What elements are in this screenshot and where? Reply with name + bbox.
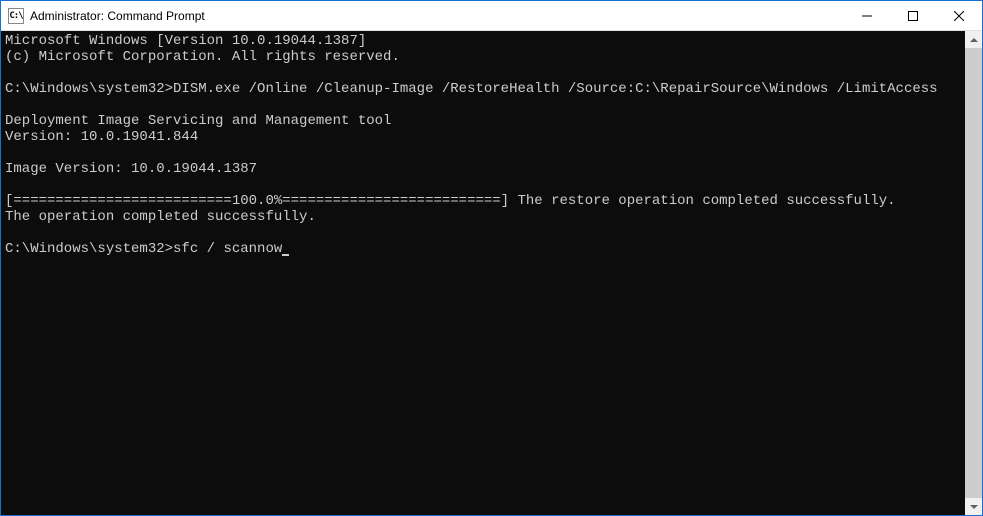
cmd-icon: C:\	[8, 8, 24, 24]
minimize-button[interactable]	[844, 1, 890, 30]
console-line: Deployment Image Servicing and Managemen…	[5, 113, 391, 129]
terminal[interactable]: Microsoft Windows [Version 10.0.19044.13…	[1, 31, 965, 515]
scroll-down-button[interactable]	[965, 498, 982, 515]
window-controls	[844, 1, 982, 30]
console-line: [==========================100.0%=======…	[5, 193, 896, 209]
console-line: The operation completed successfully.	[5, 209, 316, 225]
scroll-up-button[interactable]	[965, 31, 982, 48]
cursor	[282, 242, 289, 256]
scrollbar-thumb[interactable]	[965, 48, 982, 498]
console-line: C:\Windows\system32>DISM.exe /Online /Cl…	[5, 81, 938, 97]
minimize-icon	[862, 11, 872, 21]
maximize-icon	[908, 11, 918, 21]
chevron-down-icon	[970, 505, 978, 509]
close-icon	[954, 11, 964, 21]
current-input: sfc / scannow	[173, 241, 282, 257]
maximize-button[interactable]	[890, 1, 936, 30]
prompt: C:\Windows\system32>	[5, 241, 173, 257]
console-line: Microsoft Windows [Version 10.0.19044.13…	[5, 33, 366, 49]
console-line: (c) Microsoft Corporation. All rights re…	[5, 49, 400, 65]
terminal-area: Microsoft Windows [Version 10.0.19044.13…	[1, 31, 982, 515]
chevron-up-icon	[970, 38, 978, 42]
console-line: Image Version: 10.0.19044.1387	[5, 161, 257, 177]
vertical-scrollbar[interactable]	[965, 31, 982, 515]
window-title: Administrator: Command Prompt	[30, 9, 844, 23]
console-line: Version: 10.0.19041.844	[5, 129, 198, 145]
titlebar[interactable]: C:\ Administrator: Command Prompt	[1, 1, 982, 31]
scrollbar-track[interactable]	[965, 48, 982, 498]
close-button[interactable]	[936, 1, 982, 30]
